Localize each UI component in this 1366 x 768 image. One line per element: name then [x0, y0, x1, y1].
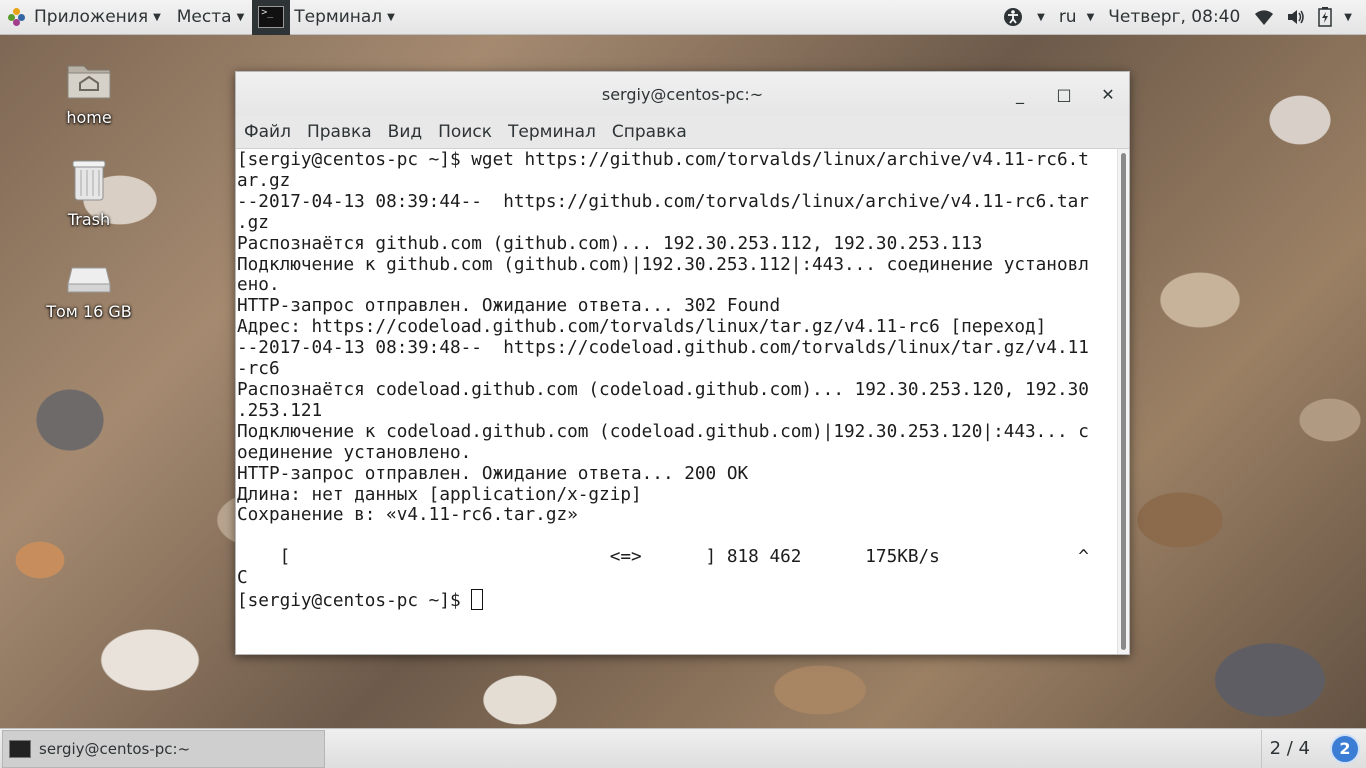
- terminal-line: --2017-04-13 08:39:44-- https://github.c…: [237, 191, 1089, 212]
- top-panel: Приложения ▼ Места ▼ >_ Терминал ▼ ▼ ru …: [0, 0, 1366, 35]
- taskbar-window-label: sergiy@centos-pc:~: [39, 739, 191, 758]
- maximize-button[interactable]: □: [1053, 85, 1075, 104]
- places-menu[interactable]: Места ▼: [169, 0, 253, 35]
- desktop-icon-home[interactable]: home: [29, 60, 149, 127]
- terminal-prompt-line[interactable]: [sergiy@centos-pc ~]$: [237, 589, 1117, 612]
- volume-icon: [1288, 10, 1305, 24]
- desktop-icon-label: Trash: [67, 210, 111, 229]
- close-button[interactable]: ✕: [1097, 85, 1119, 104]
- terminal-line: C: [237, 568, 248, 589]
- accessibility-icon: [1004, 8, 1023, 26]
- wifi-icon: [1255, 10, 1274, 25]
- menu-file[interactable]: Файл: [236, 122, 299, 142]
- notification-badge[interactable]: 2: [1330, 733, 1360, 764]
- terminal-line: -rc6: [237, 359, 280, 380]
- desktop-icon-label: Том 16 GB: [46, 302, 132, 321]
- applications-icon: [8, 8, 26, 26]
- terminal-output[interactable]: [sergiy@centos-pc ~]$ wget https://githu…: [236, 149, 1117, 654]
- menu-terminal[interactable]: Терминал: [500, 122, 604, 142]
- terminal-line: Длина: нет данных [application/x-gzip]: [237, 484, 642, 505]
- terminal-line: .253.121: [237, 400, 323, 421]
- desktop-icon-trash[interactable]: Trash: [29, 158, 149, 229]
- menu-view[interactable]: Вид: [380, 122, 430, 142]
- window-titlebar[interactable]: sergiy@centos-pc:~ _ □ ✕: [236, 72, 1129, 116]
- language-label: ru: [1058, 7, 1077, 27]
- chevron-down-icon: ▼: [387, 11, 395, 23]
- terminal-line: HTTP-запрос отправлен. Ожидание ответа..…: [237, 463, 749, 484]
- clock[interactable]: Четверг, 08:40: [1108, 7, 1240, 27]
- battery-icon: [1318, 7, 1333, 27]
- chevron-down-icon: ▼: [1037, 11, 1045, 23]
- desktop-icon-volume[interactable]: Том 16 GB: [29, 266, 149, 321]
- terminal-line: Подключение к codeload.github.com (codel…: [237, 421, 1089, 442]
- terminal-line: ar.gz: [237, 170, 291, 191]
- terminal-line: .gz: [237, 212, 269, 233]
- menu-help[interactable]: Справка: [604, 122, 695, 142]
- scrollbar[interactable]: [1117, 149, 1129, 654]
- terminal-icon: [9, 739, 31, 758]
- terminal-icon: >_: [252, 0, 291, 35]
- terminal-line: --2017-04-13 08:39:48-- https://codeload…: [237, 338, 1089, 359]
- drive-icon: [67, 267, 111, 293]
- terminal-line: оединение установлено.: [237, 442, 472, 463]
- terminal-window[interactable]: sergiy@centos-pc:~ _ □ ✕ Файл Правка Вид…: [235, 71, 1130, 655]
- accessibility-menu[interactable]: ▼: [1003, 7, 1045, 27]
- system-menu[interactable]: ▼: [1254, 7, 1352, 27]
- desktop-icon-label: home: [66, 108, 112, 127]
- applications-menu[interactable]: Приложения ▼: [0, 0, 169, 35]
- taskbar-window-button[interactable]: sergiy@centos-pc:~: [2, 729, 325, 768]
- scrollbar-thumb[interactable]: [1121, 153, 1126, 650]
- terminal-line: HTTP-запрос отправлен. Ожидание ответа..…: [237, 296, 781, 317]
- terminal-line: [sergiy@centos-pc ~]$ wget https://githu…: [237, 150, 1089, 170]
- menubar: Файл Правка Вид Поиск Терминал Справка: [236, 116, 1129, 149]
- clock-label: Четверг, 08:40: [1108, 7, 1241, 27]
- terminal-line: Сохранение в: «v4.11-rc6.tar.gz»: [237, 505, 578, 526]
- workspace-switcher[interactable]: 2 / 4: [1260, 729, 1318, 768]
- system-tray: ▼ ru ▼ Четверг, 08:40 ▼: [1003, 0, 1366, 35]
- bottom-panel: sergiy@centos-pc:~ 2 / 4 2: [0, 728, 1366, 768]
- terminal-app-menu[interactable]: >_ Терминал ▼: [252, 0, 405, 35]
- terminal-line: ено.: [237, 275, 280, 296]
- home-folder-icon: [67, 65, 111, 99]
- terminal-line: Адрес: https://codeload.github.com/torva…: [237, 317, 1047, 338]
- terminal-line: Подключение к github.com (github.com)|19…: [237, 254, 1089, 275]
- terminal-text: [sergiy@centos-pc ~]$ wget https://githu…: [236, 149, 1117, 612]
- applications-label: Приложения: [34, 7, 149, 27]
- chevron-down-icon: ▼: [236, 11, 245, 23]
- terminal-line: Распознаётся github.com (github.com)... …: [237, 233, 983, 254]
- trash-icon: [72, 160, 106, 201]
- chevron-down-icon: ▼: [153, 11, 161, 23]
- terminal-line: Распознаётся codeload.github.com (codelo…: [237, 379, 1089, 400]
- chevron-down-icon: ▼: [1344, 11, 1352, 23]
- window-title: sergiy@centos-pc:~: [601, 84, 764, 104]
- language-menu[interactable]: ru ▼: [1059, 7, 1094, 27]
- terminal-app-label: Терминал: [294, 7, 383, 27]
- menu-edit[interactable]: Правка: [299, 122, 380, 142]
- terminal-prompt: [sergiy@centos-pc ~]$: [237, 591, 472, 612]
- terminal-line: [ <=> ] 818 462 175KB/s ^: [237, 547, 1089, 568]
- menu-search[interactable]: Поиск: [430, 122, 500, 142]
- places-label: Места: [176, 7, 232, 27]
- minimize-button[interactable]: _: [1009, 85, 1031, 104]
- text-cursor: [471, 589, 484, 611]
- chevron-down-icon: ▼: [1086, 11, 1095, 23]
